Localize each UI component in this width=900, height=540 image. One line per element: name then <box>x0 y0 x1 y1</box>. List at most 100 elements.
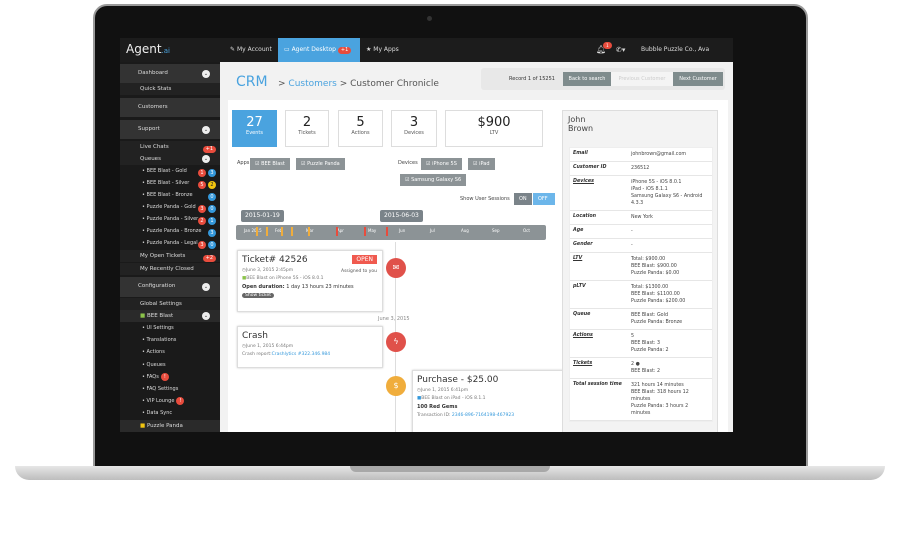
stat-devices[interactable]: 3 Devices <box>391 110 437 147</box>
ticket-assigned: Assigned to you <box>341 269 377 274</box>
profile-key: Location <box>573 214 597 219</box>
stat-label: Devices <box>404 130 424 136</box>
tx-label: Transaction ID: <box>417 413 451 418</box>
breadcrumb-customers[interactable]: Customers <box>288 79 336 89</box>
sidebar-item-puzzle-panda[interactable]: ■ Puzzle Panda <box>120 420 220 432</box>
nav-my-apps[interactable]: ★ My Apps <box>360 38 405 62</box>
timeline-end-tag[interactable]: 2015-06-03 <box>380 210 423 222</box>
breadcrumb-current: Customer Chronicle <box>350 79 439 89</box>
nav-my-account[interactable]: ✎ My Account <box>224 38 278 62</box>
sidebar-item-recently-closed[interactable]: My Recently Closed <box>120 263 220 275</box>
profile-row: Email johnbrown@gmail.com <box>570 148 712 162</box>
nav-agent-desktop[interactable]: ▭ Agent Desktop +1 <box>278 38 360 62</box>
duration-label: Open duration: <box>242 284 285 290</box>
record-count: Record 1 of 15251 <box>509 76 555 82</box>
timeline-month: Oct <box>523 228 530 233</box>
stat-tickets[interactable]: 2 Tickets <box>285 110 329 147</box>
stat-ltv[interactable]: $900 LTV <box>445 110 543 147</box>
sessions-off-toggle[interactable]: OFF <box>533 193 555 205</box>
queue-item[interactable]: • Puzzle Panda - Bronze 3 <box>120 225 220 237</box>
profile-key[interactable]: Devices <box>573 179 631 207</box>
timeline-event-marker[interactable] <box>364 227 366 236</box>
chevron-down-icon[interactable]: ⌄ <box>202 125 210 134</box>
show-ticket-button[interactable]: Show ticket <box>242 293 275 298</box>
device-filter-samsung[interactable]: ☑ Samsung Galaxy S6 <box>400 174 467 186</box>
account-menu[interactable]: Bubble Puzzle Co., Ava Smith ▾ <box>635 38 733 77</box>
breadcrumb: > Customers > Customer Chronicle <box>278 79 439 89</box>
bee-blast-subitem[interactable]: • FAQ Settings <box>120 383 220 395</box>
profile-value-line: - <box>631 229 633 234</box>
timeline-event-marker[interactable] <box>266 227 268 236</box>
bee-blast-subitem[interactable]: • FAQs! <box>120 371 220 383</box>
chevron-down-icon[interactable]: ⌄ <box>202 283 210 291</box>
crash-report-link[interactable]: Crashlytics #322.346.984 <box>272 352 331 357</box>
profile-row: Queue BEE Blast: Gold Puzzle Panda: Bronze <box>570 309 712 330</box>
queue-item[interactable]: • BEE Blast - Bronze 0 <box>120 189 220 201</box>
sidebar-item-quick-stats[interactable]: Quick Stats <box>120 83 220 95</box>
timeline-event-marker[interactable] <box>386 227 388 236</box>
purchase-date: June 1, 2015 6:41pm <box>420 388 469 393</box>
stat-events[interactable]: 27 Events <box>232 110 277 147</box>
bee-blast-subitem[interactable]: • Actions <box>120 346 220 358</box>
timeline-start-tag[interactable]: 2015-01-19 <box>241 210 284 222</box>
profile-key[interactable]: Tickets <box>573 361 631 375</box>
timeline-event-marker[interactable] <box>336 227 338 236</box>
phone-icon[interactable]: ✆▾ <box>610 38 631 62</box>
stat-actions[interactable]: 5 Actions <box>338 110 383 147</box>
ticket-date: June 3, 2015 2:45pm <box>245 268 294 273</box>
sessions-on-toggle[interactable]: ON <box>514 193 532 205</box>
device-filter-iphone[interactable]: ☑ iPhone 5S <box>421 158 462 170</box>
bee-blast-subitem[interactable]: • Data Sync <box>120 407 220 419</box>
queue-item[interactable]: • BEE Blast - Silver 5 2 <box>120 177 220 189</box>
label: Global Settings <box>140 301 182 307</box>
bee-blast-subitem[interactable]: • UI Settings <box>120 322 220 334</box>
profile-row: Devices iPhone 5S - iOS 8.0.1 iPad - iOS… <box>570 176 712 211</box>
lightning-icon: ϟ <box>386 332 406 352</box>
profile-value-line: Puzzle Panda: Bronze <box>631 320 683 325</box>
timeline-event-marker[interactable] <box>308 227 310 236</box>
profile-value: New York <box>631 214 709 221</box>
queue-item[interactable]: • Puzzle Panda - Gold 3 0 <box>120 201 220 213</box>
sidebar-item-bee-blast[interactable]: ■ BEE Blast ⌄ <box>120 310 220 322</box>
previous-customer-button[interactable]: Previous Customer <box>611 72 673 86</box>
device-filter-ipad[interactable]: ☑ iPad <box>468 158 495 170</box>
timeline-event-marker[interactable] <box>256 227 258 236</box>
chevron-down-icon[interactable]: ⌄ <box>202 69 210 78</box>
tx-link[interactable]: 2346-896-7164198-467923 <box>452 413 514 418</box>
bee-blast-subitem[interactable]: • Translations <box>120 334 220 346</box>
profile-row: pLTV Total: $1300.00 BEE Blast: $1100.00 Pu… <box>570 281 712 309</box>
sidebar-item-queues[interactable]: Queues ⌄ <box>120 153 220 165</box>
profile-key[interactable]: LTV <box>573 256 631 277</box>
chevron-down-icon[interactable]: ⌄ <box>202 312 210 320</box>
app-filter-puzzle-panda[interactable]: ☑ Puzzle Panda <box>296 158 345 170</box>
sidebar-item-my-open-tickets[interactable]: My Open Tickets +2 <box>120 250 220 262</box>
next-customer-button[interactable]: Next Customer <box>673 72 723 86</box>
queue-item[interactable]: • Puzzle Panda - Silver 2 1 <box>120 213 220 225</box>
sidebar-item-global-settings[interactable]: Global Settings <box>120 298 220 310</box>
profile-row: Customer ID 236512 <box>570 162 712 176</box>
queue-item[interactable]: • Puzzle Panda - Legal 3 0 <box>120 237 220 249</box>
sidebar-item-live-chats[interactable]: Live Chats +1 <box>120 141 220 153</box>
chevron-down-icon[interactable]: ⌄ <box>202 155 210 163</box>
app-filter-bee-blast[interactable]: ☑ BEE Blast <box>250 158 290 170</box>
purchase-card: Purchase - $25.00 ◷June 1, 2015 6:41pm ■… <box>412 370 576 432</box>
logo[interactable]: Agent.ai <box>126 42 170 56</box>
sidebar-item-dashboard[interactable]: Dashboard ⌄ <box>120 64 220 83</box>
bee-blast-subitem[interactable]: • Queues <box>120 359 220 371</box>
profile-row: Location New York <box>570 211 712 225</box>
sidebar-item-configuration[interactable]: Configuration ⌄ <box>120 277 220 297</box>
profile-value-line: Total: $900.00 <box>631 257 666 262</box>
timeline-event-marker[interactable] <box>291 227 293 236</box>
timeline-event-marker[interactable] <box>281 227 283 236</box>
sidebar-item-customers[interactable]: Customers <box>120 98 220 117</box>
profile-key: pLTV <box>573 284 586 289</box>
queue-item[interactable]: • BEE Blast - Gold 1 3 <box>120 165 220 177</box>
profile-value-line: New York <box>631 215 653 220</box>
label: My Open Tickets <box>140 253 186 259</box>
profile-key[interactable]: Actions <box>573 333 631 354</box>
sidebar-item-support[interactable]: Support ⌄ <box>120 120 220 139</box>
bee-blast-subitem[interactable]: • VIP Lounge! <box>120 395 220 407</box>
profile-key: Age <box>573 228 584 233</box>
timeline-scrubber[interactable]: Jan 2015 Feb Mar Apr May Jun Jul Aug Sep Oct <box>236 225 546 240</box>
back-to-search-button[interactable]: Back to search <box>563 72 611 86</box>
